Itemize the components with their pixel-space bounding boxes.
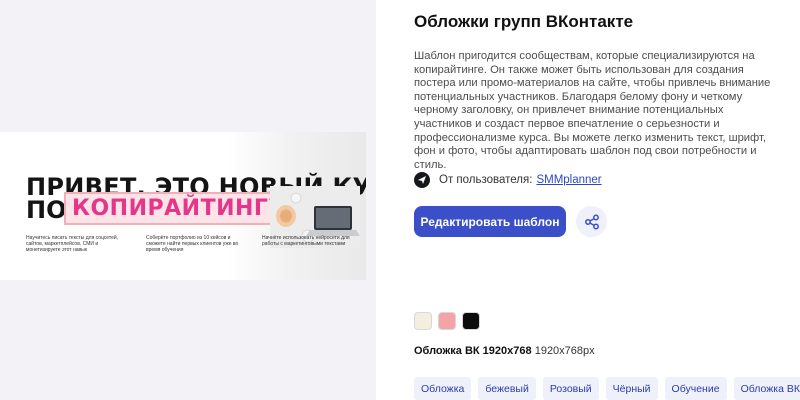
edit-template-button[interactable]: Редактировать шаблон <box>414 206 566 237</box>
banner-headline-accent: КОПИРАЙТИНГУ <box>64 192 294 225</box>
tag-item[interactable]: Обложка ВК <box>733 377 800 400</box>
preview-pane: ПРИВЕТ, ЭТО НОВЫЙ КУРС ПО КОПИРАЙТИНГУ Н… <box>0 0 376 400</box>
format-name: Обложка ВК 1920x768 <box>414 345 532 357</box>
share-button[interactable] <box>576 206 607 237</box>
tag-item[interactable]: Обучение <box>664 377 727 400</box>
template-description: Шаблон пригодится сообществам, которые с… <box>414 50 771 171</box>
paper-plane-icon <box>414 172 430 188</box>
tag-item[interactable]: бежевый <box>478 377 536 400</box>
tag-item[interactable]: Обложка <box>414 377 472 400</box>
color-swatches <box>414 312 480 330</box>
tag-item[interactable]: Чёрный <box>605 377 658 400</box>
share-icon <box>584 214 599 229</box>
author-line: От пользователя: SMMplanner <box>414 172 602 188</box>
color-swatch-beige[interactable] <box>414 312 432 330</box>
tag-item[interactable]: Розовый <box>542 377 599 400</box>
banner-benefit-2: Соберёте портфолио из 10 кейсов и сможет… <box>146 235 239 253</box>
template-page: ПРИВЕТ, ЭТО НОВЫЙ КУРС ПО КОПИРАЙТИНГУ Н… <box>0 0 800 400</box>
banner-headline-prefix: ПО <box>26 196 67 224</box>
banner-benefit-1: Научитесь писать тексты для соцсетей, са… <box>26 235 119 253</box>
author-prefix: От пользователя: <box>439 174 533 186</box>
template-preview[interactable]: ПРИВЕТ, ЭТО НОВЫЙ КУРС ПО КОПИРАЙТИНГУ Н… <box>0 132 366 280</box>
format-info: Обложка ВК 1920x768 1920x768px <box>414 345 595 357</box>
color-swatch-black[interactable] <box>462 312 480 330</box>
author-link[interactable]: SMMplanner <box>536 174 601 186</box>
format-size: 1920x768px <box>534 345 595 357</box>
banner-benefit-3: Начнёте использовать нейросети для работ… <box>262 235 350 247</box>
tag-list: Обложка бежевый Розовый Чёрный Обучение … <box>414 377 800 400</box>
color-swatch-pink[interactable] <box>438 312 456 330</box>
page-title: Обложки групп ВКонтакте <box>414 12 634 31</box>
